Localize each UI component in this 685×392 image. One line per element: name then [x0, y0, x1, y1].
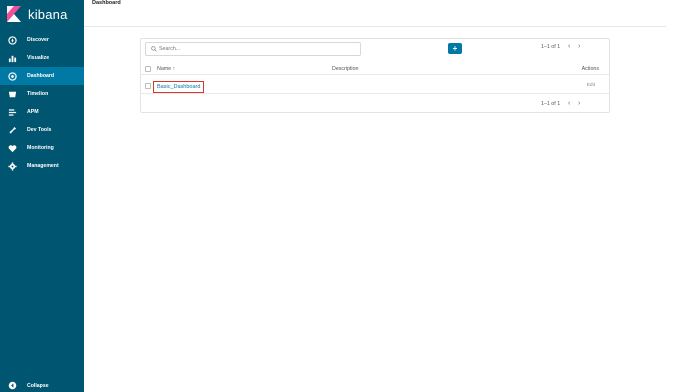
bar-chart-icon	[8, 54, 17, 63]
top-bar: Dashboard	[84, 0, 666, 27]
sidebar-item-dev-tools[interactable]: Dev Tools	[0, 121, 84, 139]
sidebar-item-label: Management	[27, 163, 59, 169]
timelion-icon	[8, 90, 17, 99]
collapse-button[interactable]: Collapse	[0, 380, 84, 392]
pagination-count: 1–1 of 1	[541, 43, 561, 50]
sidebar-item-apm[interactable]: APM	[0, 103, 84, 121]
search-icon	[151, 46, 157, 52]
sidebar-item-label: Discover	[27, 37, 49, 43]
sidebar-item-discover[interactable]: Discover	[0, 31, 84, 49]
pagination-top: 1–1 of 1 ‹ ›	[541, 43, 584, 50]
sidebar-item-visualize[interactable]: Visualize	[0, 49, 84, 67]
search-input[interactable]	[159, 46, 349, 52]
chevron-left-icon[interactable]: ‹	[564, 43, 574, 50]
column-header-name[interactable]: Name ↑	[157, 66, 175, 72]
pagination-bottom: 1–1 of 1 ‹ ›	[541, 100, 584, 107]
chevron-right-icon[interactable]: ›	[574, 43, 584, 50]
sidebar-item-label: Timelion	[27, 91, 49, 97]
kibana-logo-icon	[7, 6, 21, 22]
pagination-count: 1–1 of 1	[541, 100, 561, 107]
sidebar-item-label: Visualize	[27, 55, 50, 61]
dashboard-link[interactable]: Basic_Dashboard	[153, 81, 205, 93]
edit-link[interactable]: Edit	[587, 83, 595, 88]
sidebar-item-timelion[interactable]: Timelion	[0, 85, 84, 103]
collapse-label: Collapse	[27, 383, 49, 389]
sidebar-item-label: APM	[27, 109, 39, 115]
sidebar-item-dashboard[interactable]: Dashboard	[0, 67, 84, 85]
add-dashboard-button[interactable]: +	[448, 43, 462, 54]
chevron-right-icon[interactable]: ›	[574, 100, 584, 107]
row-checkbox[interactable]	[145, 83, 151, 89]
wrench-icon	[8, 126, 17, 135]
sidebar-item-label: Monitoring	[27, 145, 54, 151]
table-header: Name ↑ Description Actions	[141, 63, 609, 75]
column-header-actions: Actions	[581, 66, 599, 72]
sidebar-item-label: Dev Tools	[27, 127, 52, 133]
brand-name: kibana	[28, 6, 68, 22]
sidebar-nav: Discover Visualize Dashboard Timelion AP…	[0, 31, 84, 175]
compass-icon	[8, 35, 17, 45]
dashboard-listing-panel: + 1–1 of 1 ‹ › Name ↑ Description Action…	[140, 38, 610, 113]
chevron-left-icon[interactable]: ‹	[564, 100, 574, 107]
page-title: Dashboard	[92, 0, 121, 6]
apm-icon	[8, 108, 17, 117]
sidebar: kibana Discover Visualize Dashboard Time…	[0, 0, 84, 392]
heartbeat-icon	[8, 144, 17, 153]
gear-icon	[8, 161, 17, 171]
select-all-checkbox[interactable]	[145, 66, 151, 72]
dashboard-icon	[8, 71, 17, 81]
search-box[interactable]	[145, 42, 361, 56]
column-header-description: Description	[332, 66, 359, 72]
collapse-icon	[8, 377, 17, 392]
brand[interactable]: kibana	[0, 0, 84, 28]
sidebar-item-management[interactable]: Management	[0, 157, 84, 175]
table-row: Basic_Dashboard Edit	[141, 79, 609, 94]
sidebar-item-label: Dashboard	[27, 73, 55, 79]
sidebar-item-monitoring[interactable]: Monitoring	[0, 139, 84, 157]
